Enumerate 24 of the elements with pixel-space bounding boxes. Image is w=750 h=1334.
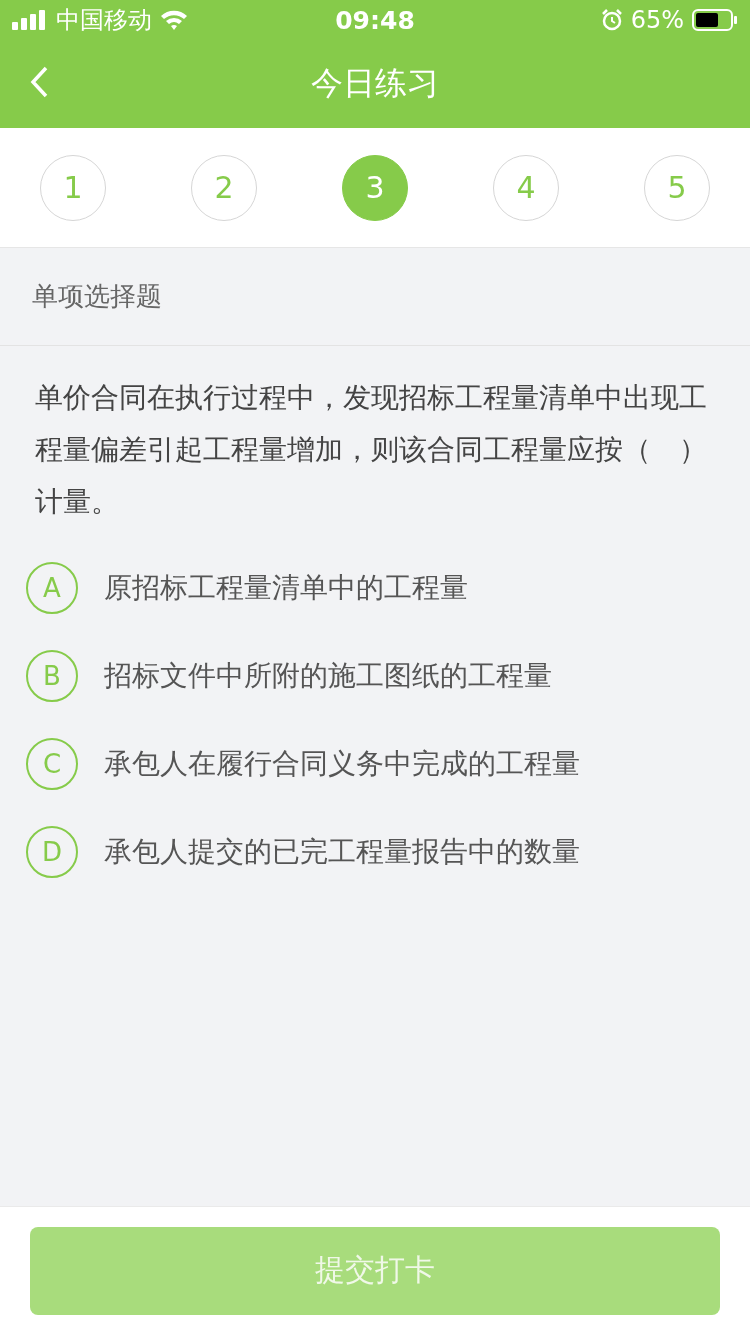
question-number[interactable]: 2: [191, 154, 257, 221]
back-icon[interactable]: [30, 66, 48, 98]
question-number[interactable]: 5: [644, 154, 710, 221]
option-text[interactable]: 承包人在履行合同义务中完成的工程量: [104, 745, 580, 783]
option-text[interactable]: 招标文件中所附的施工图纸的工程量: [104, 657, 552, 695]
battery-percent: 65%: [630, 6, 684, 34]
option-letter[interactable]: D: [26, 826, 78, 878]
option-text[interactable]: 原招标工程量清单中的工程量: [104, 569, 468, 607]
carrier-name: 中国移动: [56, 5, 152, 36]
option-letter[interactable]: A: [26, 562, 78, 614]
option-text[interactable]: 承包人提交的已完工程量报告中的数量: [104, 833, 580, 871]
wifi-icon: [160, 9, 188, 31]
question-text: 单价合同在执行过程中，发现招标工程量清单中出现工程量偏差引起工程量增加，则该合同工程量应按（ ）计量。: [35, 380, 708, 520]
page-title: 今日练习: [311, 63, 439, 104]
clock-time: 09:48: [335, 5, 415, 35]
question-number[interactable]: 3: [342, 154, 408, 221]
option-letter[interactable]: B: [26, 650, 78, 702]
signal-icon: [12, 10, 48, 30]
question-number[interactable]: 4: [493, 154, 559, 221]
question-number[interactable]: 1: [40, 154, 106, 221]
question-type: 单项选择题: [32, 280, 162, 313]
option-letter[interactable]: C: [26, 738, 78, 790]
alarm-icon: [600, 9, 623, 31]
battery-icon: [692, 9, 738, 31]
